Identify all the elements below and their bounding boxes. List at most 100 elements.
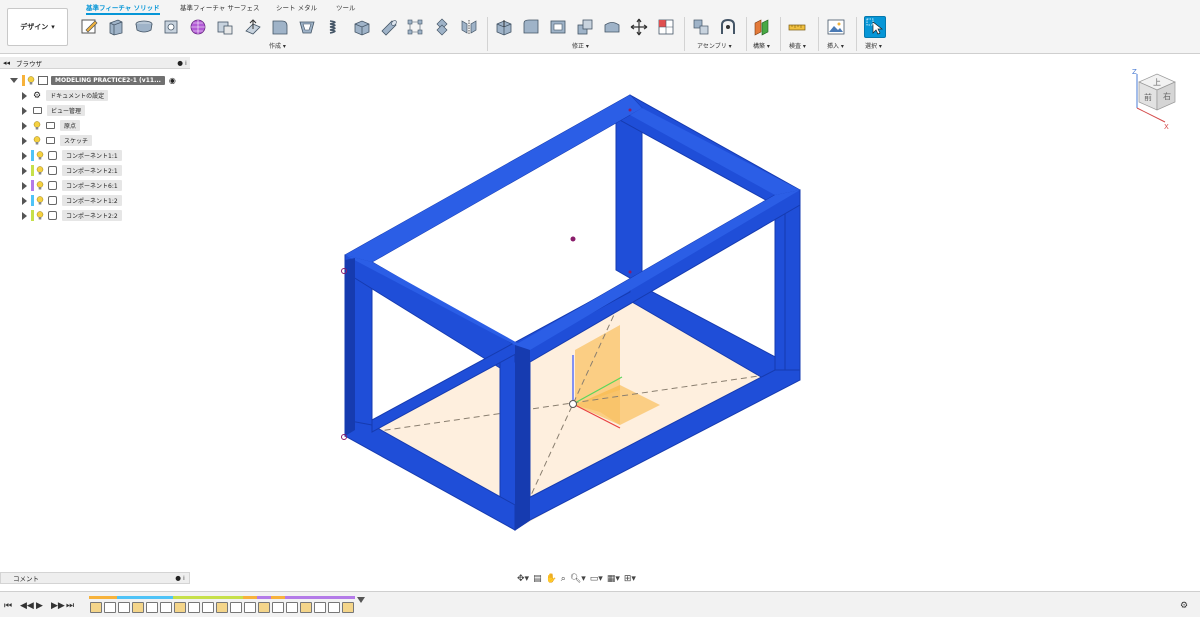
orbit-icon[interactable]: ✥▾ [517,574,529,584]
create-base-feature-icon[interactable] [215,17,235,37]
timeline-group-bar [131,596,145,599]
modify-group-label[interactable]: 修正 ▾ [572,41,589,50]
tab-solid[interactable]: 基準フィーチャ ソリッド [86,2,160,15]
workspace-label: デザイン [20,23,49,31]
measure-icon[interactable] [787,17,807,37]
timeline-feature-icon[interactable] [342,602,354,613]
model-canvas[interactable] [0,55,1200,570]
timeline-feature-icon[interactable] [146,602,158,613]
fit-icon[interactable]: 🔍︎▾ [570,574,586,584]
tab-surface[interactable]: 基準フィーチャ サーフェス [180,2,259,15]
select-icon[interactable] [864,16,886,38]
press-pull-modify-icon[interactable] [494,17,514,37]
tab-sheet-metal[interactable]: シート メタル [276,2,317,15]
extrude-icon[interactable] [106,17,126,37]
frame-top-face [345,95,642,262]
timeline-feature-icon[interactable] [188,602,200,613]
comments-label: コメント [13,575,39,583]
coil-icon[interactable] [325,17,345,37]
timeline-group-bar [215,596,229,599]
mirror-icon[interactable] [459,17,479,37]
box-icon[interactable] [352,17,372,37]
form-icon[interactable] [188,17,208,37]
move-icon[interactable] [629,17,649,37]
new-component-icon[interactable] [691,17,711,37]
comments-panel[interactable]: コメント ● ⁞ [0,572,190,584]
inspect-group-label[interactable]: 検査 ▾ [789,41,806,50]
display-settings-icon[interactable]: ▭▾ [590,574,603,584]
shell-icon[interactable] [297,17,317,37]
go-to-start-icon[interactable]: ⏮ [4,601,12,611]
sketch-point[interactable] [628,270,632,274]
timeline-feature-icon[interactable] [286,602,298,613]
timeline-group-bar [117,596,131,599]
assemble-group-label[interactable]: アセンブリ ▾ [697,41,732,50]
timeline-feature-icon[interactable] [230,602,242,613]
timeline-feature-icon[interactable] [104,602,116,613]
timeline-feature-icon[interactable] [90,602,102,613]
insert-group-label[interactable]: 挿入 ▾ [827,41,844,50]
timeline-feature-icon[interactable] [118,602,130,613]
toolbar-divider [684,17,685,51]
viewcube-x-label: X [1164,123,1169,131]
press-pull-icon[interactable] [243,17,263,37]
sketch-point[interactable] [628,108,632,112]
timeline-feature-icon[interactable] [258,602,270,613]
timeline-marker-icon[interactable] [357,597,365,603]
new-sketch-icon[interactable] [80,17,100,37]
toolbar-divider [780,17,781,51]
timeline-group-bar [327,596,341,599]
go-to-end-icon[interactable]: ⏭ [66,601,74,611]
timeline-feature-icon[interactable] [272,602,284,613]
insert-image-icon[interactable] [826,17,846,37]
chevron-down-icon: ▾ [51,23,55,31]
timeline-settings-gear-icon[interactable]: ⚙ [1180,601,1188,611]
workspace-switcher-button[interactable]: デザイン ▾ [7,8,68,46]
timeline-feature-icon[interactable] [202,602,214,613]
sketch-point[interactable] [570,236,576,242]
create-group-label[interactable]: 作成 ▾ [269,41,286,50]
viewcube[interactable]: Z X 上 前 右 [1123,62,1183,132]
add-comment-icon[interactable]: ● ⁞ [175,574,185,582]
grid-settings-icon[interactable]: ▦▾ [607,574,620,584]
pipe-icon[interactable] [379,17,399,37]
step-forward-icon[interactable]: ▶▶ [51,601,65,611]
timeline-group-bar [299,596,313,599]
timeline-feature-icon[interactable] [174,602,186,613]
combine-icon[interactable] [575,17,595,37]
fillet-modify-icon[interactable] [521,17,541,37]
viewports-icon[interactable]: ⊞▾ [624,574,636,584]
look-at-icon[interactable]: ▤ [533,574,542,584]
shell-modify-icon[interactable] [548,17,568,37]
play-icon[interactable]: ▶ [36,601,43,611]
timeline-feature-icon[interactable] [328,602,340,613]
timeline-feature-icon[interactable] [216,602,228,613]
hole-icon[interactable] [161,17,181,37]
step-back-icon[interactable]: ◀◀ [20,601,34,611]
timeline-feature-icon[interactable] [314,602,326,613]
timeline-feature-icon[interactable] [300,602,312,613]
timeline-group-bar [257,596,271,599]
revolve-icon[interactable] [134,17,154,37]
navigation-bar: ✥▾ ▤ ✋ ⌕ 🔍︎▾ ▭▾ ▦▾ ⊞▾ [517,572,677,586]
select-group-label[interactable]: 選択 ▾ [865,41,882,50]
toolbar: デザイン ▾ 基準フィーチャ ソリッド 基準フィーチャ サーフェス シート メタ… [0,0,1200,54]
joint-icon[interactable] [718,17,738,37]
origin-point[interactable] [569,400,577,408]
tab-tools[interactable]: ツール [336,2,356,15]
timeline-feature-icon[interactable] [132,602,144,613]
parameters-icon[interactable] [656,17,676,37]
construct-group-label[interactable]: 構築 ▾ [753,41,770,50]
timeline-feature-icon[interactable] [160,602,172,613]
offset-plane-icon[interactable] [752,17,772,37]
timeline-group-bar [89,596,103,599]
sketch-point[interactable] [341,434,347,440]
rectangular-pattern-icon[interactable] [405,17,425,37]
circular-pattern-icon[interactable] [432,17,452,37]
pan-icon[interactable]: ✋ [546,574,557,584]
replace-face-icon[interactable] [602,17,622,37]
zoom-icon[interactable]: ⌕ [561,574,566,584]
timeline: ⏮ ◀◀ ▶ ▶▶ ⏭ ⚙ [0,591,1200,617]
fillet-icon[interactable] [270,17,290,37]
timeline-feature-icon[interactable] [244,602,256,613]
